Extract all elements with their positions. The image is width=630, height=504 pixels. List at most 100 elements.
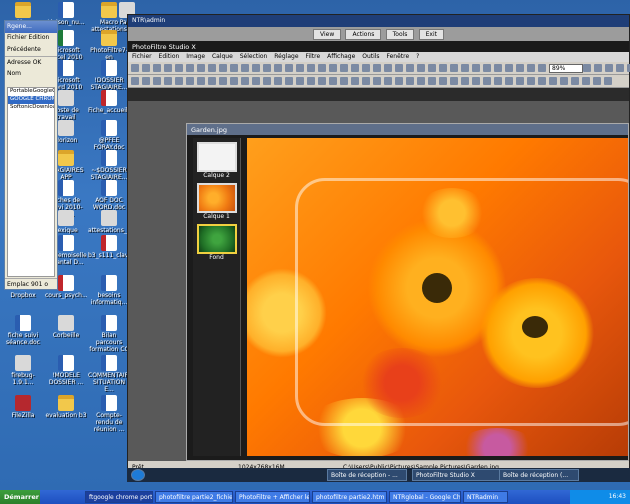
menu-fichier[interactable]: Fichier xyxy=(7,34,27,41)
desktop-icon[interactable]: !DOSSIER STAGIAIRE... xyxy=(88,60,130,91)
toolbar-button-icon[interactable] xyxy=(329,77,337,85)
desktop-icon[interactable]: besoins informatiq... xyxy=(88,275,130,306)
toolbar-button-icon[interactable] xyxy=(583,64,591,72)
desktop-icon[interactable]: COMMENTAIRES SITUATION E... xyxy=(88,355,130,393)
toolbar-button-icon[interactable] xyxy=(208,64,216,72)
toolbar-button-icon[interactable] xyxy=(494,77,502,85)
exit-button[interactable]: Exit xyxy=(418,29,445,40)
toolbar-button-icon[interactable] xyxy=(594,64,602,72)
start-button[interactable]: Démarrer xyxy=(0,490,40,504)
toolbar-button-icon[interactable] xyxy=(219,77,227,85)
toolbar-button-icon[interactable] xyxy=(428,64,436,72)
toolbar-button-icon[interactable] xyxy=(362,77,370,85)
toolbar-button-icon[interactable] xyxy=(549,77,557,85)
layer-item[interactable]: Calque 1 xyxy=(196,183,237,220)
toolbar-button-icon[interactable] xyxy=(516,77,524,85)
toolbar-button-icon[interactable] xyxy=(197,64,205,72)
toolbar-button-icon[interactable] xyxy=(505,77,513,85)
toolbar-button-icon[interactable] xyxy=(616,64,624,72)
toolbar-button-icon[interactable] xyxy=(417,77,425,85)
toolbar-button-icon[interactable] xyxy=(186,77,194,85)
toolbar-button-icon[interactable] xyxy=(461,77,469,85)
windows-orb-icon[interactable] xyxy=(131,469,145,481)
toolbar-button-icon[interactable] xyxy=(307,77,315,85)
toolbar-button-icon[interactable] xyxy=(351,64,359,72)
toolbar-button-icon[interactable] xyxy=(384,64,392,72)
toolbar-button-icon[interactable] xyxy=(582,77,590,85)
toolbar-button-icon[interactable] xyxy=(373,77,381,85)
toolbar-button-icon[interactable] xyxy=(197,77,205,85)
toolbar-button-icon[interactable] xyxy=(362,64,370,72)
taskbar-task[interactable]: ftgoogle chrome port... xyxy=(85,491,153,503)
toolbar-button-icon[interactable] xyxy=(296,64,304,72)
toolbar-button-icon[interactable] xyxy=(296,77,304,85)
actions-button[interactable]: Actions xyxy=(345,29,382,40)
menu-outils[interactable]: Outils xyxy=(362,53,379,60)
toolbar-button-icon[interactable] xyxy=(439,77,447,85)
toolbar-button-icon[interactable] xyxy=(263,64,271,72)
explorer-titlebar[interactable]: Rgene... xyxy=(5,21,57,33)
remote-task[interactable]: PhotoFiltre Studio X xyxy=(412,469,502,481)
remote-task[interactable]: Boîte de réception (... xyxy=(499,469,579,481)
view-button[interactable]: View xyxy=(312,29,342,40)
toolbar-button-icon[interactable] xyxy=(274,77,282,85)
taskbar-task[interactable]: NTRadmin xyxy=(463,491,508,503)
desktop-icon[interactable]: !MODELE DOSSIER ... xyxy=(45,355,87,386)
desktop-icon[interactable]: AOF DOC WORD.doc xyxy=(88,180,130,211)
menu-edition[interactable]: Edition xyxy=(29,34,50,41)
desktop-icon[interactable]: Compte-rendu de réunion ... xyxy=(88,395,130,433)
toolbar-button-icon[interactable] xyxy=(142,77,150,85)
menu-fenetre[interactable]: Fenêtre xyxy=(386,53,409,60)
toolbar-button-icon[interactable] xyxy=(340,77,348,85)
toolbar-button-icon[interactable] xyxy=(461,64,469,72)
toolbar-button-icon[interactable] xyxy=(318,64,326,72)
toolbar-button-icon[interactable] xyxy=(439,64,447,72)
taskbar-task[interactable]: photofiltre partie2_fichiers xyxy=(155,491,233,503)
toolbar-button-icon[interactable] xyxy=(571,77,579,85)
remote-task[interactable]: Boîte de réception - ... xyxy=(327,469,407,481)
toolbar-button-icon[interactable] xyxy=(285,64,293,72)
taskbar-task[interactable]: photofiltre partie2.htm - ... xyxy=(312,491,387,503)
desktop-icon[interactable]: ~$DOSSIER STAGIAIRE... xyxy=(88,150,130,181)
toolbar-button-icon[interactable] xyxy=(384,77,392,85)
menu-filtre[interactable]: Filtre xyxy=(305,53,320,60)
toolbar-button-icon[interactable] xyxy=(241,77,249,85)
toolbar-button-icon[interactable] xyxy=(605,64,613,72)
desktop-icon[interactable]: Bilan parcours formation CC ... xyxy=(88,315,130,360)
toolbar-button-icon[interactable] xyxy=(417,64,425,72)
document-window[interactable]: Garden.jpg Calque 2 Calque 1 Fond xyxy=(186,123,629,461)
list-item[interactable]: GOOGLE CHROME xyxy=(8,96,54,104)
desktop-icon[interactable]: attestations_r... xyxy=(88,210,130,234)
toolbar-button-icon[interactable] xyxy=(241,64,249,72)
toolbar-button-icon[interactable] xyxy=(274,64,282,72)
menu-calque[interactable]: Calque xyxy=(212,53,233,60)
toolbar-button-icon[interactable] xyxy=(406,77,414,85)
toolbar-button-icon[interactable] xyxy=(373,64,381,72)
toolbar-button-icon[interactable] xyxy=(483,64,491,72)
explorer-window[interactable]: Rgene... Fichier Edition Précédente Adre… xyxy=(4,20,58,290)
menu-reglage[interactable]: Réglage xyxy=(274,53,298,60)
desktop-icon[interactable]: FileZilla xyxy=(2,395,44,419)
toolbar-button-icon[interactable] xyxy=(395,64,403,72)
toolbar-button-icon[interactable] xyxy=(450,64,458,72)
desktop-icon[interactable]: fiche suivi séance.doc xyxy=(2,315,44,346)
taskbar-task[interactable]: NTRglobal - Google Chro... xyxy=(389,491,461,503)
toolbar-button-icon[interactable] xyxy=(252,77,260,85)
zoom-select[interactable]: 89% xyxy=(549,64,583,73)
clock[interactable]: 16:43 xyxy=(609,493,626,500)
tools-button[interactable]: Tools xyxy=(385,29,415,40)
menu-edition[interactable]: Edition xyxy=(159,53,180,60)
toolbar-button-icon[interactable] xyxy=(593,77,601,85)
toolbar-button-icon[interactable] xyxy=(307,64,315,72)
photofiltre-window[interactable]: NTR\admin View Actions Tools Exit PhotoF… xyxy=(127,14,630,482)
layer-item[interactable]: Calque 2 xyxy=(196,142,237,179)
image-canvas[interactable] xyxy=(247,138,628,456)
toolbar-button-icon[interactable] xyxy=(351,77,359,85)
toolbar-button-icon[interactable] xyxy=(406,64,414,72)
toolbar-button-icon[interactable] xyxy=(252,64,260,72)
toolbar-button-icon[interactable] xyxy=(142,64,150,72)
list-item[interactable]: SoftonicDownloa xyxy=(8,104,54,112)
desktop-icon[interactable]: @PFEE FORAY.doc xyxy=(88,120,130,151)
toolbar-button-icon[interactable] xyxy=(483,77,491,85)
toolbar-button-icon[interactable] xyxy=(230,64,238,72)
